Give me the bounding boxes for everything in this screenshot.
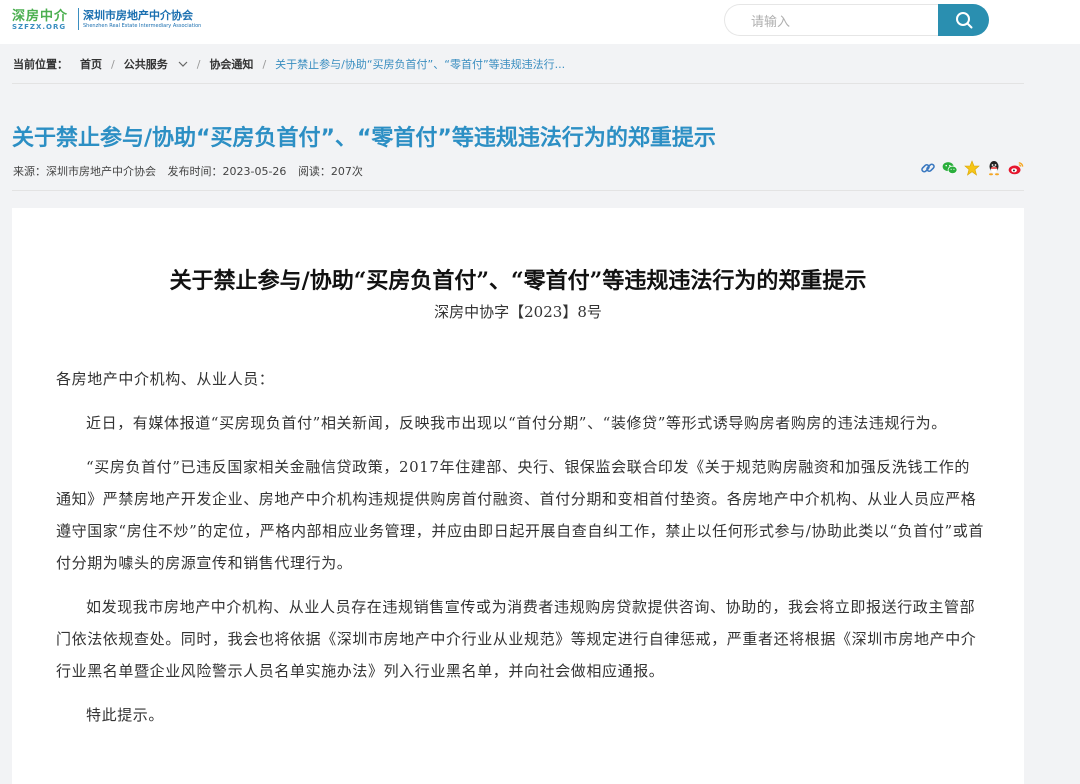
qq-icon[interactable] <box>986 160 1002 176</box>
logo-divider <box>78 8 79 30</box>
breadcrumb-separator: / <box>111 57 115 71</box>
salutation: 各房地产中介机构、从业人员： <box>56 370 275 388</box>
search-box <box>724 4 939 36</box>
site-logo[interactable]: 深房中介 SZFZX.ORG 深圳市房地产中介协会 Shenzhen Real … <box>12 5 201 33</box>
article-body: 关于禁止参与/协助“买房负首付”、“零首付”等违规违法行为的郑重提示 深房中协字… <box>12 208 1024 784</box>
wechat-icon[interactable] <box>942 160 958 176</box>
document-number: 深房中协字【2023】8号 <box>434 303 602 321</box>
breadcrumb-prefix: 当前位置： <box>13 58 68 71</box>
logo-name-en: Shenzhen Real Estate Intermediary Associ… <box>83 22 202 29</box>
star-icon[interactable] <box>964 160 980 176</box>
breadcrumb-divider <box>12 83 1024 84</box>
weibo-icon[interactable] <box>1008 160 1024 176</box>
breadcrumb-public-services[interactable]: 公共服务 <box>124 56 168 72</box>
site-header: 深房中介 SZFZX.ORG 深圳市房地产中介协会 Shenzhen Real … <box>0 0 1080 44</box>
document-title: 关于禁止参与/协助“买房负首付”、“零首付”等违规违法行为的郑重提示 <box>169 268 867 294</box>
breadcrumb-separator: / <box>262 57 267 71</box>
meta-divider <box>12 190 1024 191</box>
search-icon <box>955 12 972 29</box>
logo-mark: 深房中介 SZFZX.ORG <box>12 5 74 33</box>
logo-text: 深圳市房地产中介协会 Shenzhen Real Estate Intermed… <box>83 9 201 30</box>
share-bar <box>920 160 1024 176</box>
article-reads: 阅读：207次 <box>297 165 363 178</box>
paragraph: 近日，有媒体报道“买房现负首付”相关新闻，反映我市出现以“首付分期”、“装修贷”… <box>86 414 947 432</box>
logo-mark-text: 深房中介 <box>12 9 69 24</box>
article-source: 来源：深圳市房地产中介协会 <box>13 165 156 178</box>
link-icon[interactable] <box>920 160 936 176</box>
logo-name-cn: 深圳市房地产中介协会 <box>83 8 193 22</box>
page-title: 关于禁止参与/协助“买房负首付”、“零首付”等违规违法行为的郑重提示 <box>12 126 716 151</box>
breadcrumb-separator: / <box>196 57 201 71</box>
closing: 特此提示。 <box>86 706 165 724</box>
breadcrumb-home[interactable]: 首页 <box>80 56 102 72</box>
breadcrumb-notices[interactable]: 协会通知 <box>209 56 253 72</box>
logo-mark-sub: SZFZX.ORG <box>12 23 67 31</box>
paragraph: “买房负首付”已违反国家相关金融信贷政策，2017年住建部、央行、银保监会联合印… <box>56 458 984 572</box>
breadcrumb: 当前位置： 首页 / 公共服务 / 协会通知 / 关于禁止参与/协助“买房负首付… <box>13 55 565 73</box>
article-meta: 来源：深圳市房地产中介协会 发布时间：2023-05-26 阅读：207次 <box>13 163 371 179</box>
article-date: 发布时间：2023-05-26 <box>167 165 287 178</box>
article-text: 各房地产中介机构、从业人员： 近日，有媒体报道“买房现负首付”相关新闻，反映我市… <box>56 363 984 743</box>
paragraph: 如发现我市房地产中介机构、从业人员存在违规销售宣传或为消费者违规购房贷款提供咨询… <box>56 598 977 680</box>
search-button[interactable] <box>938 4 989 36</box>
search-input[interactable] <box>749 11 933 33</box>
chevron-down-icon[interactable] <box>178 61 188 67</box>
breadcrumb-current: 关于禁止参与/协助“买房负首付”、“零首付”等违规违法行... <box>275 58 566 71</box>
